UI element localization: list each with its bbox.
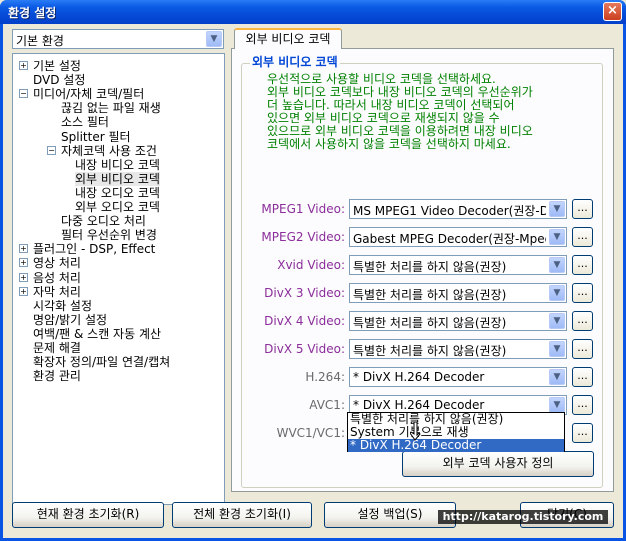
tree-item[interactable]: 내장 비디오 코덱 (75, 158, 160, 172)
codec-select[interactable]: * DivX H.264 Decoder ▼ (349, 367, 567, 387)
tree-expander-icon[interactable]: − (19, 89, 28, 99)
tree-expander-icon[interactable]: + (19, 61, 28, 70)
tree-item[interactable]: 다중 오디오 처리 (61, 214, 146, 228)
tree-expander-icon[interactable]: + (19, 272, 28, 282)
tab-external-video-codec[interactable]: 외부 비디오 코덱 (234, 28, 342, 49)
chevron-down-icon[interactable]: ▼ (549, 285, 565, 301)
tree-item[interactable]: 여백/팬 & 스캔 자동 계산 (33, 327, 161, 341)
codec-options-button[interactable]: ... (572, 339, 593, 359)
codec-options-button[interactable]: ... (572, 423, 593, 443)
codec-label: MPEG2 Video: (261, 230, 345, 244)
codec-options-button[interactable]: ... (572, 367, 593, 387)
tree-expander-icon[interactable]: + (19, 244, 28, 254)
tree-item[interactable]: 문제 해결 (33, 341, 81, 355)
codec-select-value: 특별한 처리를 하지 않음(권장) (353, 260, 507, 274)
watermark: http://katarog.tistory.com (438, 510, 608, 524)
tree-item[interactable]: 확장자 정의/파일 연결/캡쳐 (33, 355, 170, 369)
codec-select-value: * DivX H.264 Decoder (353, 398, 485, 412)
codec-options-button[interactable]: ... (572, 227, 593, 247)
codec-select-value: 특별한 처리를 하지 않음(권장) (353, 288, 507, 302)
codec-select[interactable]: 특별한 처리를 하지 않음(권장) ▼ (349, 339, 567, 359)
chevron-down-icon[interactable]: ▼ (549, 369, 565, 385)
tree-item[interactable]: 외부 오디오 코덱 (75, 200, 160, 214)
chevron-down-icon[interactable]: ▼ (549, 341, 565, 357)
codec-select[interactable]: 특별한 처리를 하지 않음(권장) ▼ (349, 283, 567, 303)
profile-select-value: 기본 환경 (16, 34, 64, 48)
chevron-down-icon[interactable]: ▼ (549, 257, 565, 273)
tree-item[interactable]: DVD 설정 (33, 73, 85, 87)
settings-tree[interactable]: + 기본 설정 DVD 설정 − 미디어/자체 코덱/필터 끊김 없는 파일 재생 소스 필… (12, 53, 225, 505)
description-text: 우선적으로 사용할 비디오 코덱을 선택하세요. 외부 비디오 코덱보다 내장 비… (267, 73, 597, 151)
codec-select-value: * DivX H.264 Decoder (353, 370, 485, 384)
codec-label: WVC1/VC1: (276, 426, 345, 440)
reset-all-button[interactable]: 전체 환경 초기화(I) (172, 502, 312, 528)
codec-label: DivX 5 Video: (264, 342, 345, 356)
codec-label: Xvid Video: (277, 258, 345, 272)
chevron-down-icon[interactable]: ▼ (549, 397, 565, 413)
codec-label: AVC1: (309, 398, 345, 412)
close-window-button[interactable]: × (603, 2, 622, 21)
chevron-down-icon[interactable]: ▼ (549, 229, 565, 245)
backup-button[interactable]: 설정 백업(S) (324, 502, 456, 528)
tree-item[interactable]: 내장 오디오 코덱 (75, 186, 160, 200)
tree-item[interactable]: Splitter 필터 (61, 130, 131, 144)
tree-item[interactable]: 시각화 설정 (33, 299, 92, 313)
description-line: 코덱에서 사용하지 않을 코덱을 선택하지 마세요. (267, 137, 511, 151)
reset-current-button[interactable]: 현재 환경 초기화(R) (12, 502, 164, 528)
codec-options-button[interactable]: ... (572, 199, 593, 219)
codec-label: DivX 3 Video: (264, 286, 345, 300)
codec-options-button[interactable]: ... (572, 311, 593, 331)
tree-expander-icon[interactable]: − (47, 145, 56, 155)
profile-select[interactable]: 기본 환경 ▼ (12, 29, 224, 49)
codec-dropdown-list[interactable]: 특별한 처리를 하지 않음(권장) System 기본으로 재생 * DivX H.… (347, 412, 565, 452)
codec-label: H.264: (305, 370, 345, 384)
codec-select[interactable]: Gabest MPEG Decoder(권장-Mpeg ▼ (349, 227, 567, 247)
tree-item[interactable]: 명암/밝기 설정 (33, 313, 107, 327)
window-title: 환경 설정 (8, 6, 57, 20)
custom-codec-button[interactable]: 외부 코덱 사용자 정의 (402, 451, 594, 477)
tree-item[interactable]: 미디어/자체 코덱/필터 (33, 87, 144, 101)
preferences-window: 환경 설정 × 기본 환경 ▼ + 기본 설정 DVD 설정 − 미디어/자체 코덱/필… (0, 0, 626, 541)
codec-select[interactable]: 특별한 처리를 하지 않음(권장) ▼ (349, 311, 567, 331)
group-title: 외부 비디오 코덱 (250, 53, 340, 70)
tree-item[interactable]: 자체코덱 사용 조건 (61, 144, 157, 158)
tree-item[interactable]: 끊김 없는 파일 재생 (61, 101, 161, 115)
codec-select[interactable]: MS MPEG1 Video Decoder(권장-Di ▼ (349, 199, 567, 219)
codec-select-value: 특별한 처리를 하지 않음(권장) (353, 316, 507, 330)
dialog-body: 기본 환경 ▼ + 기본 설정 DVD 설정 − 미디어/자체 코덱/필터 끊김 없는 파… (3, 24, 623, 538)
tree-expander-icon[interactable]: + (19, 286, 28, 296)
tree-item[interactable]: 소스 필터 (61, 115, 109, 129)
dropdown-option[interactable]: * DivX H.264 Decoder (348, 439, 564, 452)
title-bar[interactable]: 환경 설정 × (0, 0, 626, 24)
codec-options-button[interactable]: ... (572, 283, 593, 303)
codec-select[interactable]: 특별한 처리를 하지 않음(권장) ▼ (349, 255, 567, 275)
tree-item[interactable]: 필터 우선순위 변경 (61, 228, 157, 242)
tree-item[interactable]: 기본 설정 (33, 59, 81, 73)
tree-expander-icon[interactable]: + (19, 258, 28, 268)
codec-select-value: MS MPEG1 Video Decoder(권장-Di (353, 204, 546, 218)
chevron-down-icon[interactable]: ▼ (206, 31, 222, 47)
tree-item[interactable]: 외부 비디오 코덱 (75, 171, 160, 186)
codec-select-value: 특별한 처리를 하지 않음(권장) (353, 344, 507, 358)
codec-label: MPEG1 Video: (261, 202, 345, 216)
tree-item[interactable]: 플러그인 - DSP, Effect (33, 242, 155, 256)
codec-label: DivX 4 Video: (264, 314, 345, 328)
mouse-cursor-icon (410, 421, 421, 441)
codec-options-button[interactable]: ... (572, 255, 593, 275)
tree-item[interactable]: 자막 처리 (33, 285, 81, 299)
tree-item[interactable]: 영상 처리 (33, 256, 81, 270)
tree-item[interactable]: 환경 관리 (33, 369, 81, 383)
chevron-down-icon[interactable]: ▼ (549, 313, 565, 329)
tree-item[interactable]: 음성 처리 (33, 271, 81, 285)
codec-select-value: Gabest MPEG Decoder(권장-Mpeg (353, 232, 546, 246)
chevron-down-icon[interactable]: ▼ (549, 201, 565, 217)
codec-options-button[interactable]: ... (572, 395, 593, 415)
